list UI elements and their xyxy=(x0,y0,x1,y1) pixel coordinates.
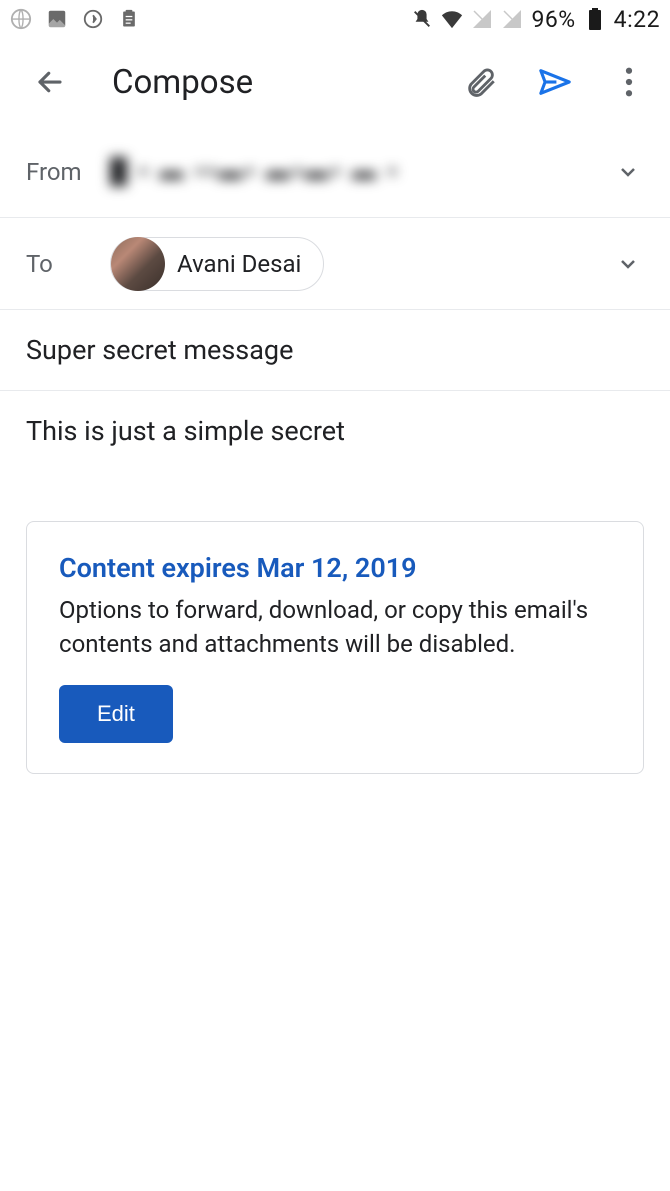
signal-2-icon xyxy=(501,8,523,30)
subject-field[interactable]: Super secret message xyxy=(0,310,670,391)
recipient-chip[interactable]: Avani Desai xyxy=(110,237,324,291)
confidential-title: Content expires Mar 12, 2019 xyxy=(59,552,611,584)
status-bar: 96% 4:22 xyxy=(0,0,670,38)
signal-1-icon xyxy=(471,8,493,30)
battery-icon xyxy=(584,8,606,30)
globe-icon xyxy=(10,8,32,30)
wifi-icon xyxy=(441,8,463,30)
back-button[interactable] xyxy=(30,62,70,102)
clipboard-icon xyxy=(118,8,140,30)
sync-icon xyxy=(82,8,104,30)
confidential-mode-card: Content expires Mar 12, 2019 Options to … xyxy=(26,521,644,774)
chevron-down-icon[interactable] xyxy=(616,252,640,276)
send-button[interactable] xyxy=(538,65,572,99)
confidential-description: Options to forward, download, or copy th… xyxy=(59,594,611,661)
chevron-down-icon[interactable] xyxy=(616,160,640,184)
mute-icon xyxy=(411,8,433,30)
photo-icon xyxy=(46,8,68,30)
from-label: From xyxy=(26,158,110,186)
recipient-name: Avani Desai xyxy=(177,250,301,278)
body-text: This is just a simple secret xyxy=(26,415,644,447)
from-field[interactable]: From █ ▪ ▬ ▪▪▬▪ ▬▪▬▪ ▬ ▪ xyxy=(0,126,670,218)
page-title: Compose xyxy=(112,63,464,102)
more-menu-button[interactable] xyxy=(612,65,646,99)
avatar xyxy=(111,237,165,291)
from-value: █ ▪ ▬ ▪▪▬▪ ▬▪▬▪ ▬ ▪ xyxy=(110,157,399,186)
to-label: To xyxy=(26,250,110,278)
attachment-button[interactable] xyxy=(464,65,498,99)
subject-text: Super secret message xyxy=(26,334,644,366)
status-time: 4:22 xyxy=(614,6,660,33)
battery-percent: 96% xyxy=(531,6,575,33)
to-field[interactable]: To Avani Desai xyxy=(0,218,670,310)
body-field[interactable]: This is just a simple secret xyxy=(0,391,670,471)
edit-button[interactable]: Edit xyxy=(59,685,173,743)
app-bar: Compose xyxy=(0,38,670,126)
